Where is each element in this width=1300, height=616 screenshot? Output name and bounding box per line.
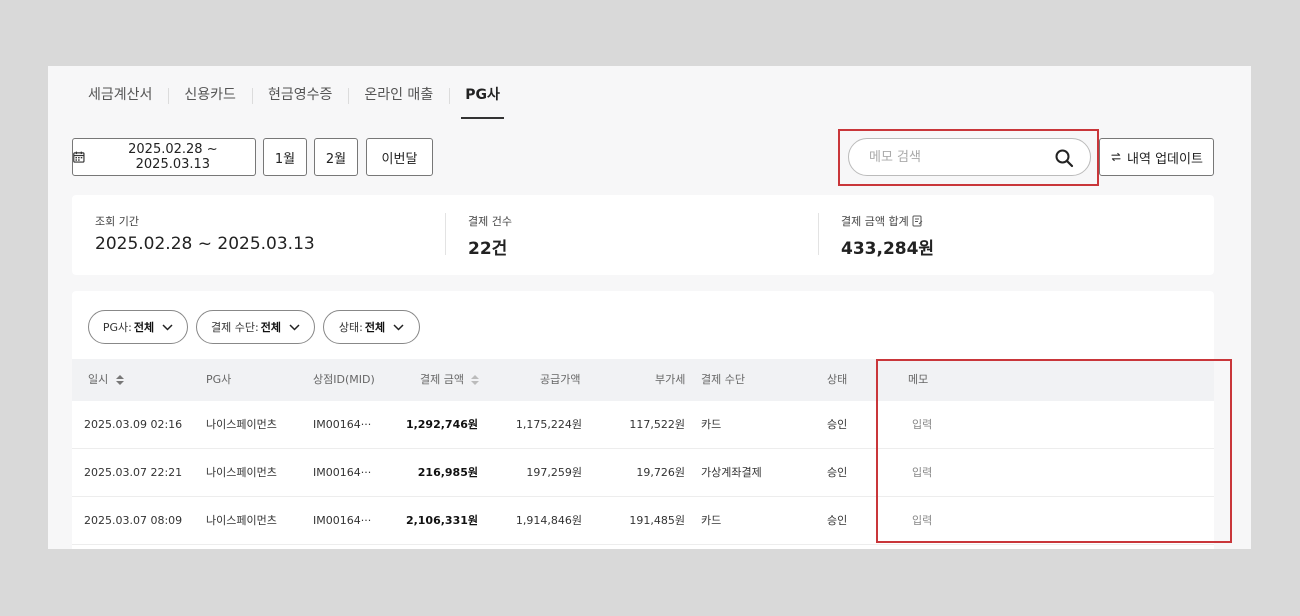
cell-supply: 1,175,224원 [515,418,582,431]
cell-mid: IM00164··· [313,418,372,431]
tab-cash-receipt[interactable]: 현금영수증 [251,66,348,119]
sort-icon [115,375,124,385]
filter-method-label: 결제 수단: [211,321,259,334]
total-label: 결제 금액 합계 [841,215,909,228]
tab-bar: 세금계산서 신용카드 현금영수증 온라인 매출 PG사 [72,66,516,119]
total-label-row: 결제 금액 합계 [841,213,934,229]
date-range-button[interactable]: 2025.02.28 ~ 2025.03.13 [72,138,256,176]
cell-method: 카드 [701,418,722,431]
summary-count: 결제 건수 22건 [468,213,512,259]
chevron-down-icon [393,323,404,331]
month-1-button[interactable]: 1월 [263,138,307,176]
cell-pg: 나이스페이먼츠 [206,466,277,479]
count-value: 22건 [468,239,508,259]
filter-pg[interactable]: PG사: 전체 [88,310,188,344]
refresh-icon [1111,152,1121,162]
filter-method-value: 전체 [260,321,281,334]
table-row[interactable]: 2025.03.07 08:09 나이스페이먼츠 IM00164··· 2,10… [72,497,1214,545]
filter-pg-label: PG사: [102,321,132,334]
memo-input-link[interactable]: 입력 [912,401,932,449]
col-supply: 공급가액 [540,373,581,386]
cell-vat: 191,485원 [629,514,685,527]
memo-input-link[interactable]: 입력 [912,497,932,545]
cell-mid: IM00164··· [313,466,372,479]
cell-status: 승인 [827,418,848,431]
cell-method: 카드 [701,514,722,527]
cell-datetime: 2025.03.07 22:21 [84,466,183,479]
memo-search-input[interactable] [869,139,1049,175]
cell-supply: 197,259원 [526,466,582,479]
tab-tax-invoice[interactable]: 세금계산서 [72,66,168,119]
filter-status-value: 전체 [364,321,386,334]
memo-input-link[interactable]: 입력 [912,449,932,497]
cell-datetime: 2025.03.07 08:09 [84,514,183,527]
cell-datetime: 2025.03.09 02:16 [84,418,183,431]
cell-status: 승인 [827,514,848,527]
filter-payment-method[interactable]: 결제 수단: 전체 [196,310,315,344]
period-value: 2025.02.28 ~ 2025.03.13 [95,234,315,254]
total-value: 433,284원 [841,239,935,259]
col-mid: 상점ID(MID) [313,373,375,386]
month-2-button[interactable]: 2월 [314,138,358,176]
cell-status: 승인 [827,466,848,479]
cell-amount: 2,106,331원 [405,514,478,527]
sort-icon [471,375,480,385]
summary-card: 조회 기간 2025.02.28 ~ 2025.03.13 결제 건수 22건 … [72,195,1214,275]
col-memo: 메모 [908,373,929,386]
filter-status-label: 상태: [338,321,363,334]
summary-divider [818,213,819,255]
table-row[interactable]: 2025.03.09 02:16 나이스페이먼츠 IM00164··· 1,29… [72,401,1214,449]
chevron-down-icon [162,323,173,331]
tab-online-sales[interactable]: 온라인 매출 [348,66,449,119]
search-icon[interactable] [1054,148,1074,168]
cell-pg: 나이스페이먼츠 [206,514,277,527]
period-label: 조회 기간 [95,215,139,228]
col-status: 상태 [827,373,848,386]
pg-sales-panel: 세금계산서 신용카드 현금영수증 온라인 매출 PG사 2025.02.28 ~… [48,66,1251,549]
col-pg: PG사 [206,373,232,386]
summary-period: 조회 기간 2025.02.28 ~ 2025.03.13 [95,213,315,254]
cell-vat: 19,726원 [636,466,685,479]
col-amount[interactable]: 결제 금액 [420,359,480,401]
calendar-icon [73,151,85,163]
cell-amount: 1,292,746원 [405,418,478,431]
update-history-button[interactable]: 내역 업데이트 [1099,138,1214,176]
col-vat: 부가세 [655,373,686,386]
memo-search-box [848,138,1091,176]
transaction-list-card: PG사: 전체 결제 수단: 전체 상태: 전체 일시 PG사 상점ID(MID… [72,291,1214,549]
summary-total: 결제 금액 합계 433,284원 [841,213,934,259]
cell-vat: 117,522원 [629,418,685,431]
cell-method: 가상계좌결제 [701,466,762,479]
receipt-icon[interactable] [912,215,923,227]
filter-status[interactable]: 상태: 전체 [323,310,420,344]
date-range-label: 2025.02.28 ~ 2025.03.13 [128,142,218,172]
filter-pg-value: 전체 [133,321,155,334]
cell-mid: IM00164··· [313,514,372,527]
col-method: 결제 수단 [701,373,745,386]
chevron-down-icon [289,323,300,331]
table-row[interactable]: 2025.03.07 22:21 나이스페이먼츠 IM00164··· 216,… [72,449,1214,497]
col-datetime[interactable]: 일시 [88,359,124,401]
summary-divider [445,213,446,255]
count-label: 결제 건수 [468,215,512,228]
tab-pg[interactable]: PG사 [449,66,516,119]
col-amount-label: 결제 금액 [420,373,464,386]
cell-amount: 216,985원 [417,466,478,479]
cell-pg: 나이스페이먼츠 [206,418,277,431]
cell-supply: 1,914,846원 [515,514,582,527]
tab-credit-card[interactable]: 신용카드 [168,66,252,119]
this-month-button[interactable]: 이번달 [366,138,433,176]
col-datetime-label: 일시 [88,373,109,386]
update-history-label: 내역 업데이트 [1127,151,1203,167]
table-header: 일시 PG사 상점ID(MID) 결제 금액 공급가액 부가세 결제 수단 상태… [72,359,1214,401]
